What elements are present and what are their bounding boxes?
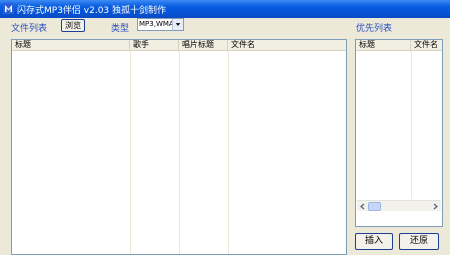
type-label: 类型 bbox=[111, 24, 130, 34]
file-list-header: 标题 歌手 唱片标题 文件名 bbox=[12, 40, 346, 51]
column-header-album[interactable]: 唱片标题 bbox=[179, 40, 228, 50]
window-title: 闪存式MP3伴侣 v2.03 独孤十剑制作 bbox=[17, 6, 167, 16]
scrollbar-thumb[interactable] bbox=[368, 202, 381, 211]
restore-button[interactable]: 还原 bbox=[399, 233, 439, 250]
column-divider bbox=[179, 51, 180, 254]
horizontal-scrollbar[interactable] bbox=[357, 200, 441, 211]
priority-list-view[interactable]: 标题 文件名 bbox=[355, 39, 443, 227]
title-bar[interactable]: 闪存式MP3伴侣 v2.03 独孤十剑制作 bbox=[0, 0, 450, 18]
type-select[interactable]: MP3,WMA bbox=[137, 18, 184, 31]
scroll-left-icon[interactable] bbox=[359, 203, 366, 210]
priority-list-header: 标题 文件名 bbox=[356, 40, 442, 51]
column-header-artist[interactable]: 歌手 bbox=[130, 40, 179, 50]
insert-button[interactable]: 插入 bbox=[355, 233, 393, 250]
priority-list-label: 优先列表 bbox=[356, 24, 393, 34]
scroll-right-icon[interactable] bbox=[432, 203, 439, 210]
column-header-filename[interactable]: 文件名 bbox=[411, 40, 442, 50]
column-divider bbox=[228, 51, 229, 254]
file-list-view[interactable]: 标题 歌手 唱片标题 文件名 bbox=[11, 39, 347, 255]
column-divider bbox=[411, 51, 412, 199]
type-select-value: MP3,WMA bbox=[139, 20, 174, 28]
column-header-title[interactable]: 标题 bbox=[356, 40, 411, 50]
column-header-filename[interactable]: 文件名 bbox=[228, 40, 346, 50]
browse-button[interactable]: 浏览 bbox=[61, 19, 85, 32]
column-divider bbox=[130, 51, 131, 254]
file-list-label: 文件列表 bbox=[11, 24, 48, 34]
app-icon bbox=[3, 3, 14, 14]
chevron-down-icon[interactable] bbox=[172, 19, 183, 30]
column-header-title[interactable]: 标题 bbox=[12, 40, 130, 50]
